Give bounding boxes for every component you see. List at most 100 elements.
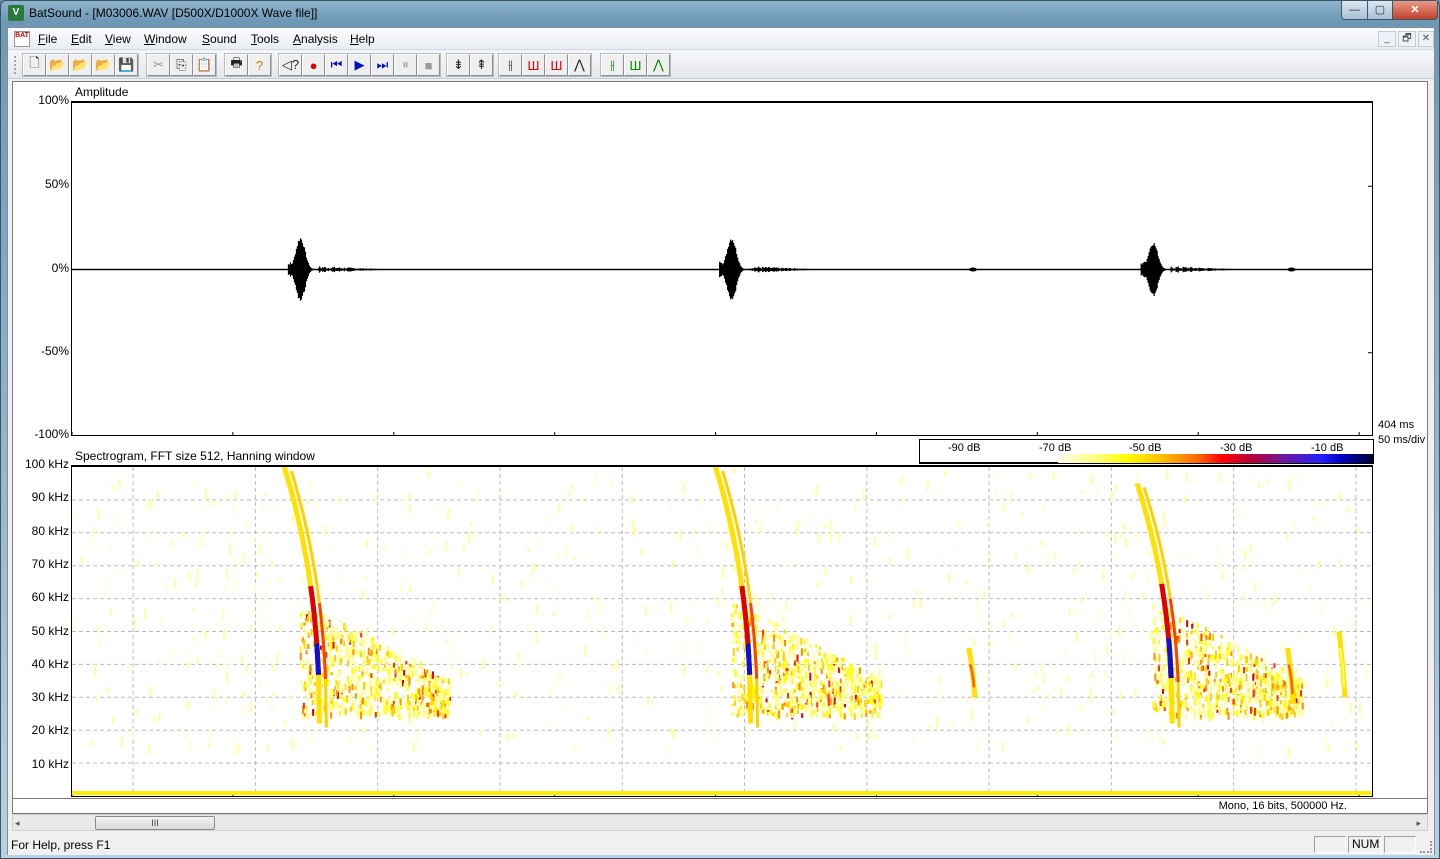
noise-speckle xyxy=(1356,742,1359,750)
echo-scatter xyxy=(1203,688,1206,693)
paste-button[interactable]: 📋 xyxy=(193,54,216,76)
spectrogram-button[interactable]: Ш xyxy=(522,54,545,76)
new-file-button[interactable]: 🗋 xyxy=(23,54,46,76)
noise-speckle xyxy=(147,529,150,542)
spectrogram-plot[interactable] xyxy=(71,465,1373,797)
echo-scatter xyxy=(865,680,868,684)
echo-scatter xyxy=(1165,699,1168,706)
menu-label: elp xyxy=(358,32,375,46)
echo-scatter xyxy=(320,645,323,650)
print-button[interactable]: 🖶 xyxy=(225,54,248,76)
resize-grip[interactable] xyxy=(1420,841,1432,853)
noise-speckle xyxy=(133,617,136,629)
noise-speckle xyxy=(263,654,266,660)
mdi-restore-button[interactable]: 🗗 xyxy=(1398,31,1416,47)
menu-sound[interactable]: Sound xyxy=(202,32,237,46)
noise-speckle xyxy=(365,538,368,548)
analysis-spectrogram-button[interactable]: Ш xyxy=(624,54,647,76)
open-file-button[interactable]: 📂 xyxy=(46,54,69,76)
analysis-power-spectrum-button[interactable]: ⋀ xyxy=(647,54,670,76)
menu-window[interactable]: Window xyxy=(144,32,187,46)
echo-scatter xyxy=(785,668,788,672)
echo-scatter xyxy=(361,661,364,669)
help-button[interactable]: ? xyxy=(248,54,271,76)
cut-button[interactable]: ✂ xyxy=(147,54,170,76)
echo-scatter xyxy=(802,686,805,692)
noise-speckle xyxy=(1241,564,1244,570)
power-spectrum-button[interactable]: ⋀ xyxy=(568,54,591,76)
echo-scatter xyxy=(1164,683,1167,688)
open-next-button[interactable]: 📂 xyxy=(69,54,92,76)
save-button[interactable]: 💾 xyxy=(115,54,138,76)
echo-scatter xyxy=(1183,629,1186,633)
zoom-out-amplitude-button[interactable]: ⇞ xyxy=(470,54,493,76)
scroll-right-arrow-icon[interactable]: ▸ xyxy=(1416,818,1421,829)
noise-speckle xyxy=(283,719,286,726)
osc-spectrogram-button[interactable]: Ш xyxy=(545,54,568,76)
analysis-oscillogram-button[interactable]: ⫲ xyxy=(601,54,624,76)
noise-speckle xyxy=(726,542,729,551)
echo-scatter xyxy=(330,712,333,719)
document-icon[interactable]: BAT xyxy=(14,31,30,47)
echo-scatter xyxy=(1266,687,1269,692)
minimize-button[interactable]: — xyxy=(1341,1,1368,20)
noise-speckle xyxy=(1104,670,1107,682)
print-icon: 🖶 xyxy=(230,55,243,70)
echo-scatter xyxy=(1153,616,1156,624)
noise-speckle xyxy=(391,627,394,636)
sound-settings-button[interactable]: ◁? xyxy=(279,54,302,76)
echo-scatter xyxy=(1216,680,1219,684)
echo-scatter xyxy=(1214,664,1217,670)
noise-speckle xyxy=(258,678,261,687)
mdi-minimize-button[interactable]: _ xyxy=(1378,31,1396,47)
noise-speckle xyxy=(362,727,365,734)
pause-button[interactable]: ⏸ xyxy=(394,54,417,76)
scroll-thumb[interactable]: III xyxy=(95,816,215,830)
batsound-logo-icon[interactable]: V xyxy=(8,5,24,21)
noise-speckle xyxy=(1300,635,1303,642)
close-button[interactable]: ✕ xyxy=(1392,1,1438,20)
status-bar: For Help, press F1 NUM xyxy=(8,833,1434,855)
menu-help[interactable]: Help xyxy=(350,32,375,46)
record-button[interactable]: ● xyxy=(302,54,325,76)
echo-scatter xyxy=(739,675,742,682)
echo-scatter xyxy=(337,650,340,657)
toolbar-grip[interactable] xyxy=(14,56,17,74)
echo-scatter xyxy=(800,637,803,646)
mdi-close-button[interactable]: ✕ xyxy=(1418,31,1434,47)
echo-scatter xyxy=(1279,700,1282,705)
amplitude-plot[interactable] xyxy=(71,101,1373,436)
echo-scatter xyxy=(1179,617,1182,624)
noise-speckle xyxy=(291,515,294,524)
play-button[interactable]: ▶ xyxy=(348,54,371,76)
open-previous-button[interactable]: 📂 xyxy=(92,54,115,76)
rewind-button[interactable]: ⏮ xyxy=(325,54,348,76)
menu-view[interactable]: View xyxy=(105,32,131,46)
horizontal-scrollbar[interactable]: ◂ III ▸ xyxy=(12,814,1428,831)
echo-scatter xyxy=(753,686,756,694)
menu-edit[interactable]: Edit xyxy=(71,32,92,46)
echo-scatter xyxy=(1275,684,1278,691)
echo-scatter xyxy=(351,630,354,635)
noise-speckle xyxy=(707,618,710,628)
echo-scatter xyxy=(356,675,359,681)
echo-scatter xyxy=(1274,698,1277,707)
noise-speckle xyxy=(1127,611,1130,620)
menu-file[interactable]: File xyxy=(38,32,57,46)
amp-tick-label: -100% xyxy=(34,427,69,441)
title-bar[interactable]: V BatSound - [M03006.WAV [D500X/D1000X W… xyxy=(1,1,1439,25)
echo-scatter xyxy=(369,664,372,670)
echo-scatter xyxy=(1205,711,1208,716)
echo-scatter xyxy=(331,625,334,634)
maximize-button[interactable]: ▢ xyxy=(1367,1,1393,20)
scroll-left-arrow-icon[interactable]: ◂ xyxy=(15,818,20,829)
fast-forward-button[interactable]: ⏭ xyxy=(371,54,394,76)
copy-button[interactable]: ⎘ xyxy=(170,54,193,76)
menu-tools[interactable]: Tools xyxy=(251,32,279,46)
noise-speckle xyxy=(473,532,476,541)
stop-button[interactable]: ■ xyxy=(417,54,440,76)
oscillogram-button[interactable]: ⫲ xyxy=(499,54,522,76)
noise-speckle xyxy=(186,702,189,711)
menu-analysis[interactable]: Analysis xyxy=(293,32,338,46)
zoom-in-amplitude-button[interactable]: ⇟ xyxy=(447,54,470,76)
